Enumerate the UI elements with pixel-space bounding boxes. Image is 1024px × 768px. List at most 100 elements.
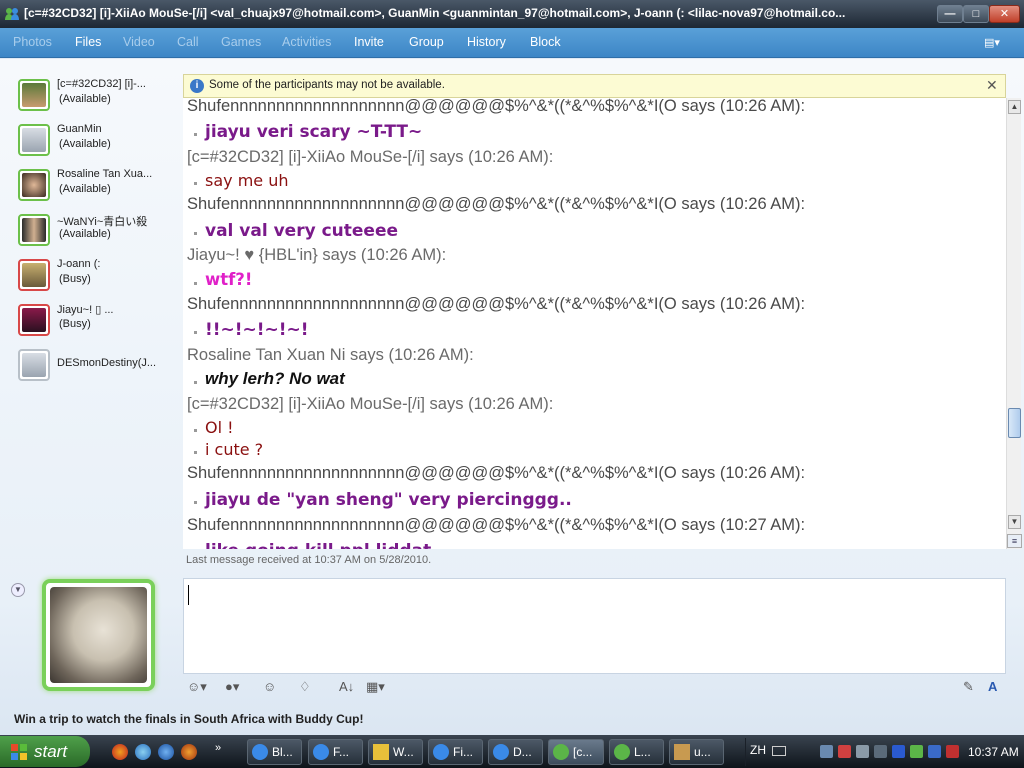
participant-status: (Available) [59, 93, 111, 105]
participant-status: (Available) [59, 138, 111, 150]
participant-name: Jiayu~! ▯ ... [57, 304, 114, 316]
chat-history: Shufennnnnnnnnnnnnnnnnnn@@@@@@$%^&*((*&^… [183, 98, 1006, 549]
text-mode-icon[interactable]: A [988, 679, 997, 697]
chat-scrollbar[interactable]: ▲ ▼ ≡ [1006, 98, 1022, 549]
bullet [194, 331, 197, 334]
start-label: start [34, 742, 68, 761]
bullet [194, 282, 197, 285]
conversation-window: [c=#32CD32] [i]-... (Available) GuanMin … [0, 59, 1024, 735]
dog-photo [50, 587, 147, 683]
chat-message: Ol ! [205, 418, 234, 437]
volume-icon[interactable] [856, 745, 869, 758]
participant-item[interactable]: J-oann (: (Busy) [14, 256, 164, 298]
menu-photos: Photos [13, 35, 52, 49]
bullet [194, 501, 197, 504]
font-icon[interactable]: A↓ [339, 679, 354, 697]
participant-avatar [18, 214, 50, 246]
start-button[interactable]: start [0, 736, 90, 767]
taskbar-button[interactable]: F... [308, 739, 363, 765]
media-icon[interactable] [112, 744, 128, 760]
chat-message: wtf?! [205, 270, 253, 289]
taskbar-button-active[interactable]: [c... [548, 739, 604, 765]
taskbar: start » Bl... F... W... Fi... D... [c...… [0, 735, 1024, 768]
emoticon-icon[interactable]: ☺▾ [187, 679, 207, 697]
handwriting-icon[interactable]: ✎ [963, 679, 974, 697]
menu-invite[interactable]: Invite [354, 35, 384, 49]
participant-item[interactable]: ~WaNYi~青白い殺 (Available) [14, 211, 164, 253]
messenger-tray-icon[interactable] [910, 745, 923, 758]
menu-history[interactable]: History [467, 35, 506, 49]
participant-item[interactable]: Rosaline Tan Xua... (Available) [14, 166, 164, 208]
taskbar-button[interactable]: D... [488, 739, 543, 765]
more-icon[interactable]: » [215, 742, 221, 754]
voice-clip-icon[interactable]: ♢ [299, 679, 311, 697]
participant-avatar [18, 304, 50, 336]
participant-name: ~WaNYi~青白い殺 [57, 216, 148, 228]
power-icon[interactable] [874, 745, 887, 758]
menu-activities: Activities [282, 35, 332, 49]
scroll-thumb[interactable] [1008, 408, 1021, 438]
taskbar-button[interactable]: Fi... [428, 739, 483, 765]
keyboard-icon[interactable] [772, 746, 786, 756]
sender-line: Jiayu~! ♥ {HBL'in} says (10:26 AM): [187, 246, 447, 264]
background-icon[interactable]: ▦▾ [366, 679, 385, 697]
chat-message: val val very cuteeee [205, 221, 399, 241]
participant-avatar [18, 349, 50, 381]
wink-icon[interactable]: ●▾ [225, 679, 239, 697]
security-icon[interactable] [838, 745, 851, 758]
chat-message: jiayu de "yan sheng" very piercinggg.. [205, 490, 572, 510]
language-indicator[interactable]: ZH [750, 743, 766, 757]
maximize-button[interactable]: □ [963, 5, 989, 23]
system-tray: ZH 10:37 AM [745, 738, 1024, 766]
bullet [194, 381, 197, 384]
scroll-down-icon[interactable]: ▼ [1008, 515, 1021, 529]
participant-avatar [18, 259, 50, 291]
alert-icon[interactable] [946, 745, 959, 758]
sender-line: Shufennnnnnnnnnnnnnnnnnn@@@@@@$%^&*((*&^… [187, 98, 806, 115]
bullet [194, 429, 197, 432]
sender-line: [c=#32CD32] [i]-XiiAo MouSe-[/i] says (1… [187, 395, 554, 413]
monitor-icon[interactable] [928, 745, 941, 758]
minimize-button[interactable]: — [937, 5, 963, 23]
participant-avatar [18, 169, 50, 201]
sender-line: Shufennnnnnnnnnnnnnnnnnn@@@@@@$%^&*((*&^… [187, 295, 806, 313]
window-title: [c=#32CD32] [i]-XiiAo MouSe-[/i] <val_ch… [24, 6, 846, 20]
my-display-picture[interactable] [42, 579, 155, 691]
close-icon[interactable]: ✕ [986, 77, 998, 94]
menu-files[interactable]: Files [75, 35, 101, 49]
participant-item[interactable]: DESmonDestiny(J... [14, 346, 164, 388]
menu-block[interactable]: Block [530, 35, 561, 49]
participant-item[interactable]: Jiayu~! ▯ ... (Busy) [14, 301, 164, 343]
participant-status: (Available) [59, 228, 111, 240]
chat-message: !!~!~!~!~! [205, 320, 309, 340]
text-caret [188, 585, 189, 605]
nudge-icon[interactable]: ☺ [263, 679, 276, 697]
menu-video: Video [123, 35, 155, 49]
participant-name: DESmonDestiny(J... [57, 357, 157, 369]
scroll-to-end-icon[interactable]: ≡ [1007, 534, 1022, 548]
bluetooth-icon[interactable] [892, 745, 905, 758]
menu-bar: Photos Files Video Call Games Activities… [0, 28, 1024, 58]
promo-text[interactable]: Win a trip to watch the finals in South … [14, 712, 363, 726]
sender-line: Shufennnnnnnnnnnnnnnnnnn@@@@@@$%^&*((*&^… [187, 195, 806, 213]
firefox-icon[interactable] [181, 744, 197, 760]
scroll-up-icon[interactable]: ▲ [1008, 100, 1021, 114]
options-menu-icon[interactable]: ▤▾ [984, 36, 1012, 50]
participant-avatar [18, 79, 50, 111]
taskbar-button[interactable]: W... [368, 739, 423, 765]
collapse-picture-icon[interactable]: ▼ [11, 583, 25, 597]
participant-item[interactable]: GuanMin (Available) [14, 121, 164, 163]
sender-line: Shufennnnnnnnnnnnnnnnnnn@@@@@@$%^&*((*&^… [187, 464, 806, 482]
clock[interactable]: 10:37 AM [968, 745, 1019, 759]
network-icon[interactable] [820, 745, 833, 758]
message-input[interactable] [183, 578, 1006, 674]
participant-item[interactable]: [c=#32CD32] [i]-... (Available) [14, 76, 164, 118]
taskbar-button[interactable]: Bl... [247, 739, 302, 765]
menu-group[interactable]: Group [409, 35, 444, 49]
taskbar-button[interactable]: u... [669, 739, 724, 765]
ie-icon[interactable] [158, 744, 174, 760]
info-icon: i [190, 79, 204, 93]
messenger-quicklaunch-icon[interactable] [135, 744, 151, 760]
close-button[interactable]: ✕ [989, 5, 1020, 23]
taskbar-button[interactable]: L... [609, 739, 664, 765]
